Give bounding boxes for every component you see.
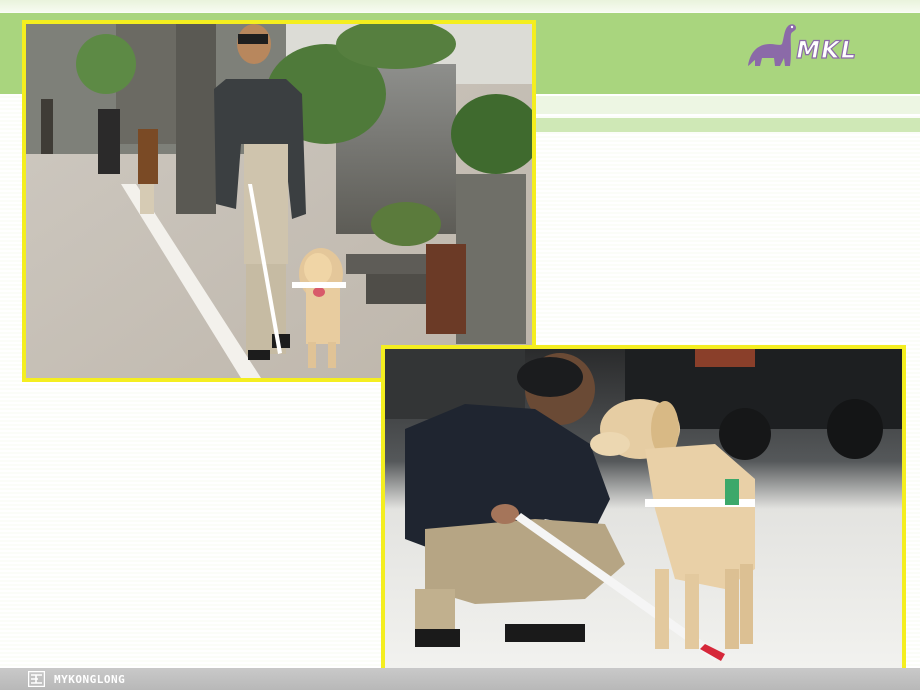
header-accent-light [535, 96, 920, 114]
photo-man-kneeling-with-guide-dog [381, 345, 906, 673]
footer-bar [0, 668, 920, 690]
footer-brand-text: MYKONGLONG [54, 673, 126, 686]
top-strip [0, 0, 920, 12]
photo-man-walking-with-guide-dog [22, 20, 536, 382]
footer-logo-icon [28, 671, 45, 687]
street-scene-image [26, 24, 532, 378]
brand-logo-text: MKL [793, 35, 860, 64]
kneeling-scene-image [385, 349, 902, 669]
header-accent-mid [535, 118, 920, 132]
